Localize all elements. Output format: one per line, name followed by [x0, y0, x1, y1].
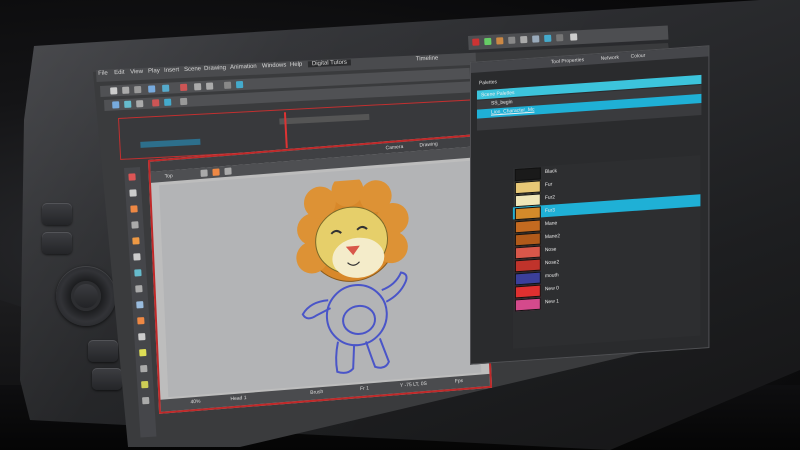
settings-icon[interactable] [570, 33, 578, 41]
mask-icon[interactable] [212, 168, 220, 176]
current-layer: Head 1 [230, 395, 247, 403]
menu-view[interactable]: View [130, 69, 143, 76]
colour-name: Nose2 [544, 259, 560, 267]
import-icon[interactable] [148, 85, 156, 93]
menu-animation[interactable]: Animation [230, 64, 257, 71]
ease-icon[interactable] [164, 98, 172, 106]
contour-tool-icon[interactable] [136, 301, 144, 309]
loop-icon[interactable] [180, 97, 188, 106]
colour-panel: Tool Properties Network Colour Palettes … [470, 45, 710, 365]
express-key-1[interactable] [42, 203, 72, 225]
drawing-tab[interactable]: Drawing [419, 141, 438, 148]
colour-name: Fur2 [544, 194, 556, 202]
pivot-tool-icon[interactable] [141, 380, 149, 389]
palette-item-label: SS_begin [490, 99, 513, 107]
menu-windows[interactable]: Windows [262, 62, 287, 69]
view-option-icon[interactable] [200, 169, 208, 177]
morph-tool-icon[interactable] [142, 396, 150, 405]
group-icon[interactable] [136, 100, 144, 108]
menu-file[interactable]: File [98, 70, 108, 76]
layer-icon[interactable] [112, 101, 120, 109]
keyframe-icon[interactable] [152, 99, 160, 107]
camera-tab[interactable]: Camera [385, 144, 403, 151]
export-icon[interactable] [162, 84, 170, 92]
colour-name: Nose [544, 246, 557, 254]
express-key-3[interactable] [88, 340, 118, 362]
menu-insert[interactable]: Insert [164, 67, 179, 74]
transform-icon[interactable] [520, 35, 528, 44]
play-icon[interactable] [180, 83, 188, 92]
undo-icon[interactable] [193, 83, 202, 91]
save-icon[interactable] [134, 85, 142, 94]
colour-name: New 0 [544, 285, 559, 293]
cutter-tool-icon[interactable] [135, 285, 143, 293]
new-icon[interactable] [110, 87, 118, 95]
colour-swatch [514, 297, 541, 312]
colour-name: Fur3 [544, 207, 556, 215]
drawing-canvas[interactable] [159, 160, 482, 398]
select-icon[interactable] [508, 36, 516, 44]
onion-skin-icon[interactable] [223, 81, 232, 89]
menu-help[interactable]: Help [290, 62, 303, 69]
tab-network[interactable]: Network [601, 55, 619, 62]
colour-name: New 1 [544, 298, 559, 306]
menu-play[interactable]: Play [148, 68, 160, 75]
zoom-level[interactable]: 40% [190, 399, 200, 406]
lion-body-sketch [301, 271, 408, 374]
record-icon[interactable] [472, 38, 480, 46]
palettes-section-label: Palettes [478, 79, 498, 87]
express-key-4[interactable] [92, 368, 122, 390]
dropper-tool-icon[interactable] [132, 237, 140, 245]
open-icon[interactable] [122, 86, 130, 94]
zoom-tool-icon[interactable] [138, 333, 146, 341]
transform-tool-icon[interactable] [139, 348, 147, 357]
text-tool-icon[interactable] [133, 253, 141, 261]
pencil-tool-icon[interactable] [129, 189, 137, 197]
brush-icon[interactable] [496, 37, 504, 45]
hand-tool-icon[interactable] [137, 317, 145, 325]
rotate-tool-icon[interactable] [140, 364, 148, 373]
sound-icon[interactable] [544, 34, 552, 43]
cursor-coords: Y -75 LT, 0S [399, 380, 428, 389]
colour-name: Mane2 [544, 233, 561, 241]
top-view-label[interactable]: Top [165, 173, 173, 180]
colour-name: Black [544, 168, 558, 176]
volume-icon[interactable] [556, 34, 564, 42]
paint-tool-icon[interactable] [130, 205, 138, 213]
camera-view-panel: Camera Drawing Top 40% Head 1 Brush Fr 1… [148, 133, 493, 414]
menu-edit[interactable]: Edit [114, 70, 125, 76]
current-tool: Brush [310, 388, 324, 396]
redo-icon[interactable] [205, 82, 214, 90]
menu-drawing[interactable]: Drawing [204, 65, 226, 72]
colour-swatch-list: Black Fur Fur2 Fur3 Mane Mane2 Nose Nose… [512, 155, 701, 349]
timeline-tab[interactable]: Timeline [416, 55, 439, 62]
peg-icon[interactable] [124, 100, 132, 108]
grid-icon[interactable] [224, 167, 232, 176]
check-icon[interactable] [484, 37, 492, 46]
tab-colour[interactable]: Colour [631, 53, 646, 60]
brush-tool-icon[interactable] [128, 173, 136, 181]
eraser-tool-icon[interactable] [131, 221, 139, 229]
express-key-2[interactable] [42, 232, 72, 254]
light-table-icon[interactable] [235, 81, 244, 89]
menu-scene[interactable]: Scene [184, 66, 201, 73]
shape-tool-icon[interactable] [134, 269, 142, 277]
palette-item-label: Lion_Character_Mc [490, 106, 535, 116]
colour-name: mouth [544, 272, 559, 280]
colour-name: Fur [544, 181, 553, 189]
touch-ring-center-button[interactable] [74, 284, 98, 308]
camera-icon[interactable] [532, 35, 540, 43]
colour-name: Mane [544, 220, 558, 228]
tab-tool-properties[interactable]: Tool Properties [551, 57, 584, 65]
frame-ruler[interactable] [279, 113, 370, 125]
lion-character-drawing[interactable] [289, 172, 457, 384]
current-frame: Fr 1 [359, 385, 370, 393]
timeline-layer-track[interactable] [140, 138, 201, 148]
fps-mode: Fps [454, 377, 464, 385]
workspace-select[interactable]: Digital Tutors [307, 59, 352, 68]
